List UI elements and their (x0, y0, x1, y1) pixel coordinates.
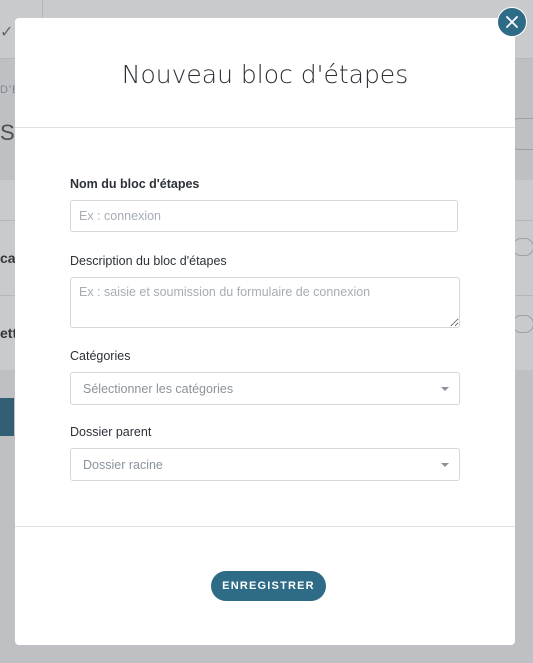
chevron-down-icon (441, 463, 449, 467)
categories-select-value: Sélectionner les catégories (83, 382, 234, 396)
parent-folder-select[interactable]: Dossier racine (70, 448, 460, 481)
modal-title: Nouveau bloc d'étapes (121, 60, 409, 89)
block-name-input[interactable] (70, 200, 458, 232)
categories-field-label: Catégories (70, 349, 131, 363)
modal-header-divider (15, 127, 515, 128)
close-modal-button[interactable] (497, 7, 527, 37)
categories-select[interactable]: Sélectionner les catégories (70, 372, 460, 405)
save-button[interactable]: ENREGISTRER (211, 571, 326, 601)
close-icon (506, 16, 518, 28)
modal-footer-divider (15, 526, 515, 527)
description-field-label: Description du bloc d'étapes (70, 254, 227, 268)
chevron-down-icon (441, 387, 449, 391)
parent-folder-field-label: Dossier parent (70, 425, 152, 439)
name-field-label: Nom du bloc d'étapes (70, 177, 200, 191)
parent-folder-select-value: Dossier racine (83, 458, 163, 472)
block-description-textarea[interactable] (70, 277, 460, 328)
new-step-block-modal: Nouveau bloc d'étapes Nom du bloc d'étap… (15, 18, 515, 645)
